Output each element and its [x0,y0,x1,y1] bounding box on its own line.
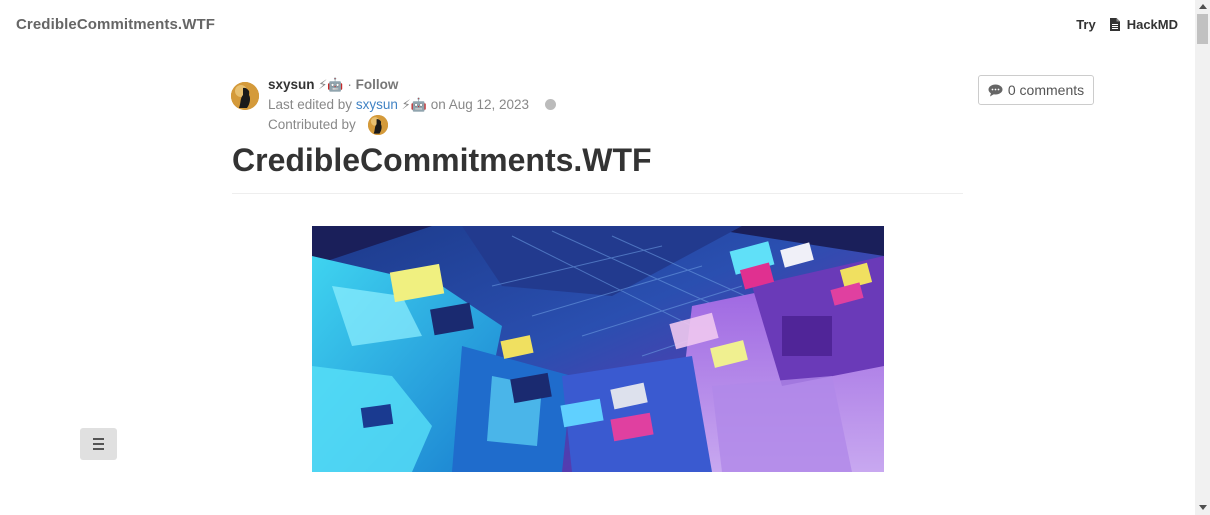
edit-date: on Aug 12, 2023 [430,97,530,112]
comments-count: 0 comments [1007,82,1085,98]
menu-icon [93,438,104,440]
page-scrollbar[interactable] [1195,0,1210,515]
page-title: CredibleCommitments.WTF [232,142,652,178]
top-navbar: CredibleCommitments.WTF Try HackMD [0,0,1195,50]
site-brand[interactable]: CredibleCommitments.WTF [16,16,215,33]
editor-badges: ⚡🤖 [401,98,427,113]
hero-image [312,226,884,472]
last-edited-label: Last edited by [268,97,353,112]
author-avatar[interactable] [231,82,259,110]
try-link[interactable]: Try [1076,17,1096,32]
contributors-line: Contributed by [268,117,356,132]
globe-icon[interactable] [544,99,556,110]
contributor-avatar[interactable] [368,115,388,135]
toc-toggle-button[interactable] [80,428,117,460]
scroll-up-arrow-icon[interactable] [1199,4,1207,9]
author-badges: ⚡🤖 [318,78,344,93]
scroll-down-arrow-icon[interactable] [1199,505,1207,510]
edit-info-line: Last edited by sxysun ⚡🤖 on Aug 12, 2023 [268,97,556,113]
comments-button[interactable]: 0 comments [978,75,1094,105]
scrollbar-thumb[interactable] [1197,14,1208,44]
contributed-by-label: Contributed by [268,117,356,132]
navbar-actions: Try HackMD [1076,17,1178,32]
hackmd-link[interactable]: HackMD [1127,17,1178,32]
follow-button[interactable]: Follow [356,77,399,92]
separator-dot: · [347,77,352,92]
title-divider [232,193,963,194]
comment-icon [988,84,1003,96]
file-text-icon [1109,18,1120,31]
author-line: sxysun ⚡🤖 · Follow [268,77,398,93]
editor-link[interactable]: sxysun [356,97,398,112]
author-name[interactable]: sxysun [268,77,315,92]
